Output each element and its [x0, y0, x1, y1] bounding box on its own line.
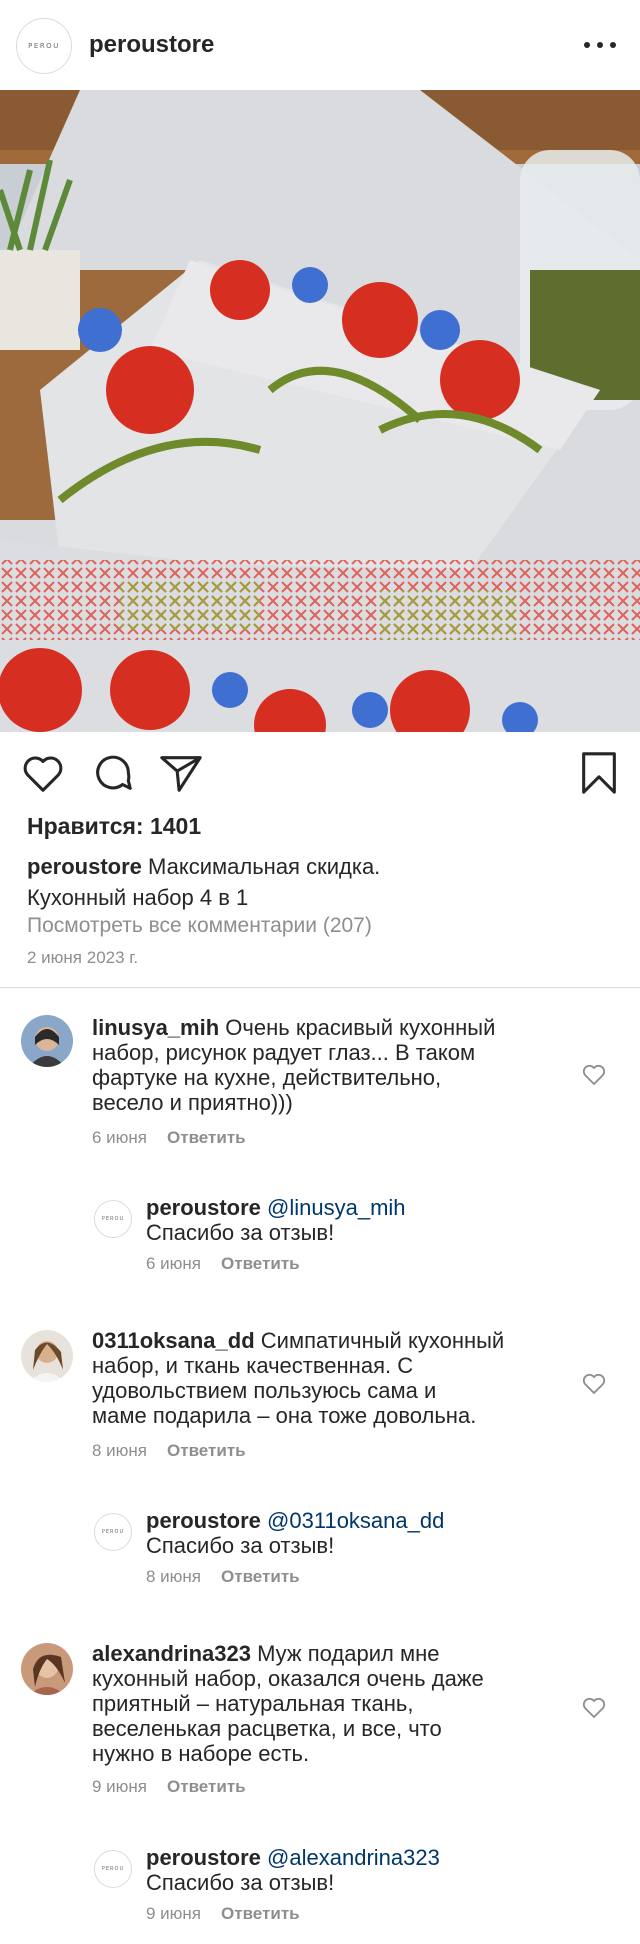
comment-text: linusya_mih Очень красивый кухонный набо… [92, 1015, 496, 1115]
reply-meta: 8 июня Ответить [146, 1567, 300, 1587]
bookmark-icon[interactable] [576, 750, 622, 796]
caption-line-1: Максимальная скидка. [148, 854, 381, 879]
header-username[interactable]: peroustore [89, 31, 214, 59]
reply-date: 9 июня [146, 1904, 202, 1923]
post-caption: peroustore Максимальная скидка. Кухонный… [27, 851, 627, 913]
post-date: 2 июня 2023 г. [27, 948, 139, 967]
commenter-avatar[interactable] [21, 1330, 73, 1382]
comment-date: 6 июня [92, 1128, 148, 1147]
comment-author[interactable]: 0311oksana_dd [92, 1328, 255, 1353]
comment-meta: 9 июня Ответить [92, 1777, 246, 1797]
comment-author[interactable]: alexandrina323 [92, 1641, 251, 1666]
store-logo-text: PEROU [28, 42, 60, 50]
reply-text: peroustore @alexandrina323 Спасибо за от… [146, 1845, 440, 1895]
reply-author[interactable]: peroustore [146, 1508, 261, 1533]
reply-mention[interactable]: @0311oksana_dd [267, 1508, 444, 1533]
reply-meta: 9 июня Ответить [146, 1904, 300, 1924]
post-image[interactable] [0, 90, 640, 732]
commenter-avatar[interactable] [21, 1643, 73, 1695]
reply-button[interactable]: Ответить [167, 1128, 246, 1147]
paper-plane-icon[interactable] [158, 750, 204, 796]
comment-like-heart-icon[interactable] [582, 1064, 606, 1086]
tablecloth-photo [0, 90, 640, 732]
more-horizontal-icon[interactable] [584, 34, 616, 56]
comment-text: alexandrina323 Муж подарил мне кухонный … [92, 1641, 484, 1766]
reply-text: peroustore @0311oksana_dd Спасибо за отз… [146, 1508, 445, 1558]
caption-author[interactable]: peroustore [27, 854, 142, 879]
reply-author[interactable]: peroustore [146, 1845, 261, 1870]
reply-date: 8 июня [146, 1567, 202, 1586]
reply-button[interactable]: Ответить [221, 1904, 300, 1923]
divider [0, 987, 640, 988]
comment-author[interactable]: linusya_mih [92, 1015, 219, 1040]
reply-mention[interactable]: @linusya_mih [267, 1195, 406, 1220]
post-header: PEROU peroustore [0, 0, 640, 90]
comment-text: 0311oksana_dd Симпатичный кухонный набор… [92, 1328, 505, 1428]
reply-mention[interactable]: @alexandrina323 [267, 1845, 440, 1870]
comment-date: 8 июня [92, 1441, 148, 1460]
reply-date: 6 июня [146, 1254, 202, 1273]
comment-like-heart-icon[interactable] [582, 1697, 606, 1719]
reply-button[interactable]: Ответить [167, 1777, 246, 1796]
likes-count[interactable]: Нравится: 1401 [27, 813, 201, 840]
store-avatar[interactable]: PEROU [16, 18, 72, 74]
reply-avatar[interactable]: PEROU [94, 1200, 132, 1238]
caption-line-2: Кухонный набор 4 в 1 [27, 885, 249, 910]
view-all-comments-link[interactable]: Посмотреть все комментарии (207) [27, 914, 372, 938]
reply-avatar[interactable]: PEROU [94, 1850, 132, 1888]
reply-button[interactable]: Ответить [167, 1441, 246, 1460]
comment-meta: 8 июня Ответить [92, 1441, 246, 1461]
reply-author[interactable]: peroustore [146, 1195, 261, 1220]
comment-meta: 6 июня Ответить [92, 1128, 246, 1148]
comment-icon[interactable] [90, 750, 136, 796]
reply-meta: 6 июня Ответить [146, 1254, 300, 1274]
reply-avatar[interactable]: PEROU [94, 1513, 132, 1551]
post-actions [0, 732, 640, 812]
reply-button[interactable]: Ответить [221, 1254, 300, 1273]
comment-like-heart-icon[interactable] [582, 1373, 606, 1395]
comment-date: 9 июня [92, 1777, 148, 1796]
commenter-avatar[interactable] [21, 1015, 73, 1067]
heart-icon[interactable] [20, 750, 66, 796]
reply-button[interactable]: Ответить [221, 1567, 300, 1586]
reply-text: peroustore @linusya_mih Спасибо за отзыв… [146, 1195, 406, 1245]
